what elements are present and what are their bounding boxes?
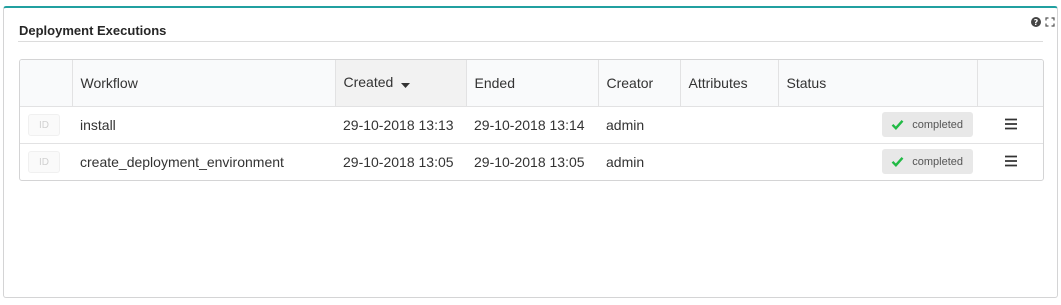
executions-table: Workflow Created Ended Creator Attribute… — [19, 59, 1044, 181]
checkmark-icon — [891, 157, 904, 168]
column-header-created-label: Created — [343, 74, 394, 91]
table-row[interactable]: ID install 29-10-2018 13:13 29-10-2018 1… — [20, 106, 1043, 143]
column-header-ended-label: Ended — [474, 74, 515, 91]
widget-title: Deployment Executions — [19, 23, 167, 38]
status-label: completed — [912, 155, 963, 168]
expand-icon[interactable] — [1045, 14, 1055, 27]
ended-cell: 29-10-2018 13:14 — [474, 116, 585, 133]
column-header-creator-label: Creator — [606, 74, 654, 91]
workflow-cell: create_deployment_environment — [72, 142, 335, 180]
widget-tools: ? — [1031, 14, 1055, 27]
column-header-actions — [976, 60, 1043, 107]
sort-descending-icon — [401, 75, 411, 91]
attributes-cell — [680, 106, 778, 143]
svg-text:?: ? — [1034, 18, 1039, 27]
table-header-row: Workflow Created Ended Creator Attribute… — [20, 60, 1043, 107]
created-cell: 29-10-2018 13:05 — [335, 142, 466, 180]
column-header-ended[interactable]: Ended — [465, 60, 598, 107]
actions-menu-icon[interactable] — [1004, 154, 1018, 170]
status-badge: completed — [882, 149, 973, 175]
column-header-created[interactable]: Created — [334, 60, 466, 107]
column-header-status[interactable]: Status — [777, 60, 977, 107]
column-header-workflow[interactable]: Workflow — [71, 60, 335, 107]
actions-menu-icon[interactable] — [1004, 117, 1018, 133]
status-label: completed — [912, 118, 963, 131]
column-header-status-label: Status — [786, 74, 827, 91]
id-chip[interactable]: ID — [28, 113, 60, 136]
status-badge: completed — [882, 112, 973, 137]
creator-cell: admin — [606, 116, 645, 133]
created-cell: 29-10-2018 13:13 — [343, 116, 454, 133]
table-row[interactable]: ID create_deployment_environment 29-10-2… — [20, 142, 1043, 180]
column-header-attributes-label: Attributes — [688, 74, 748, 91]
question-circle-icon[interactable]: ? — [1031, 14, 1041, 27]
checkmark-icon — [891, 120, 904, 130]
column-header-id — [20, 60, 72, 107]
attributes-cell — [680, 142, 778, 180]
deployment-executions-widget: Deployment Executions ? Workflow Created… — [3, 6, 1058, 298]
id-chip[interactable]: ID — [28, 150, 60, 173]
creator-cell: admin — [598, 142, 680, 180]
ended-cell: 29-10-2018 13:05 — [466, 142, 598, 180]
column-header-workflow-label: Workflow — [80, 74, 138, 91]
column-header-creator[interactable]: Creator — [597, 60, 680, 107]
workflow-cell: install — [80, 116, 116, 133]
column-header-attributes: Attributes — [679, 60, 778, 107]
widget-header: Deployment Executions — [18, 8, 1043, 42]
